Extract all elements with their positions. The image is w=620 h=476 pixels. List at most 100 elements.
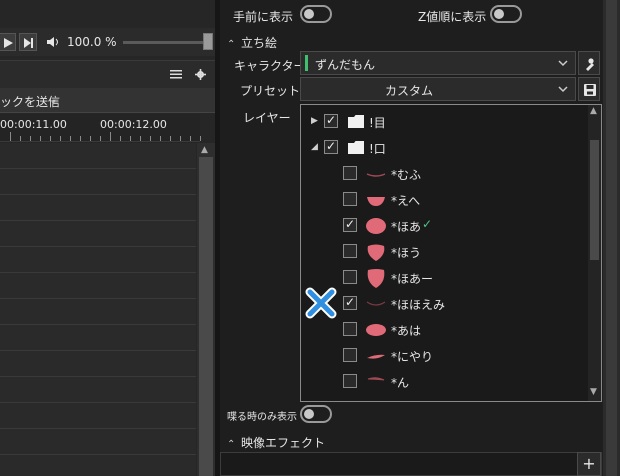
add-effect-button[interactable]: + bbox=[577, 452, 601, 476]
timeline-track[interactable] bbox=[0, 273, 196, 299]
selected-check-icon: ✓ bbox=[422, 217, 433, 231]
timeline-track[interactable] bbox=[0, 403, 196, 429]
ruler-tick bbox=[50, 136, 51, 141]
layer-row[interactable]: *ほあー bbox=[301, 265, 585, 291]
timeline-track[interactable] bbox=[0, 169, 196, 195]
scroll-up-icon[interactable]: ▲ bbox=[201, 145, 208, 155]
expand-arrow-icon[interactable]: ◢ bbox=[311, 142, 318, 152]
play-icon bbox=[4, 38, 13, 48]
scroll-up-icon[interactable]: ▲ bbox=[590, 106, 597, 116]
layer-row[interactable]: *にやり bbox=[301, 343, 585, 369]
layer-vertical-scrollbar[interactable]: ▲ ▼ bbox=[588, 105, 601, 401]
video-effect-list[interactable] bbox=[220, 452, 602, 476]
z-order-toggle[interactable] bbox=[490, 5, 522, 23]
ruler-tick bbox=[80, 136, 81, 141]
ruler-tick bbox=[10, 132, 11, 141]
scrollbar-thumb[interactable] bbox=[199, 157, 213, 476]
collapse-arrow-icon[interactable]: ▶ bbox=[311, 116, 318, 126]
layer-checkbox[interactable] bbox=[343, 244, 357, 258]
ruler-time-label: 00:00:11.00 bbox=[0, 118, 67, 131]
layer-name: *あは bbox=[391, 324, 422, 338]
mouth-niyari-icon bbox=[367, 354, 385, 359]
front-display-label: 手前に表示 bbox=[233, 10, 294, 24]
timeline-track[interactable] bbox=[0, 455, 196, 476]
layer-checkbox[interactable] bbox=[343, 374, 357, 388]
layer-row[interactable]: *むふ bbox=[301, 161, 585, 187]
ruler-tick bbox=[100, 136, 101, 141]
speak-only-toggle[interactable] bbox=[300, 405, 332, 423]
timeline-vertical-scrollbar[interactable]: ▲ bbox=[197, 143, 215, 476]
layer-name: *ん bbox=[391, 376, 410, 390]
layer-row[interactable]: *あは bbox=[301, 317, 585, 343]
timeline-track[interactable] bbox=[0, 247, 196, 273]
character-select[interactable]: ずんだもん bbox=[300, 51, 576, 75]
scrollbar-thumb[interactable] bbox=[590, 140, 599, 260]
panel-vertical-scrollbar[interactable] bbox=[603, 0, 620, 476]
save-icon bbox=[584, 84, 596, 96]
layer-row[interactable]: *ん bbox=[301, 369, 585, 395]
chevron-up-icon: ⌃ bbox=[227, 439, 236, 450]
layer-checkbox[interactable] bbox=[343, 192, 357, 206]
timeline-track[interactable] bbox=[0, 299, 196, 325]
menu-icon[interactable] bbox=[170, 69, 182, 79]
next-frame-button[interactable] bbox=[19, 33, 37, 51]
chevron-down-icon: ▾ bbox=[51, 98, 56, 108]
mouth-mufu-icon bbox=[366, 173, 386, 177]
layer-folder-row[interactable]: ◢ !口 bbox=[301, 135, 585, 161]
layer-name: !目 bbox=[369, 116, 386, 130]
preset-value: カスタム bbox=[385, 84, 434, 98]
folder-icon bbox=[348, 141, 364, 154]
speak-only-label: 喋る時のみ表示 bbox=[227, 412, 297, 423]
preset-save-button[interactable] bbox=[578, 77, 600, 101]
character-value: ずんだもん bbox=[315, 58, 376, 72]
user-edit-icon bbox=[586, 58, 594, 71]
timeline-track[interactable] bbox=[0, 377, 196, 403]
timeline-track[interactable] bbox=[0, 351, 196, 377]
ruler-tick bbox=[70, 136, 71, 141]
character-edit-button[interactable] bbox=[578, 51, 600, 75]
volume-slider-track[interactable] bbox=[123, 41, 207, 44]
volume-value: 100.0 % bbox=[67, 35, 117, 49]
scrollbar-thumb[interactable] bbox=[606, 0, 617, 476]
layer-checkbox[interactable] bbox=[343, 270, 357, 284]
mouth-aha-icon bbox=[366, 324, 386, 336]
timeline-track[interactable] bbox=[0, 143, 196, 169]
mouth-n-icon bbox=[367, 377, 385, 381]
layer-row[interactable]: *ほう bbox=[301, 239, 585, 265]
timeline-track[interactable] bbox=[0, 325, 196, 351]
layer-row[interactable]: *ほあ✓ bbox=[301, 213, 585, 239]
section-effect-title: 映像エフェクト bbox=[241, 436, 326, 450]
chevron-down-icon bbox=[558, 86, 568, 93]
layer-checkbox[interactable] bbox=[343, 322, 357, 336]
layer-checkbox[interactable] bbox=[343, 217, 357, 232]
play-button[interactable] bbox=[0, 33, 16, 51]
mouth-hoa-icon bbox=[366, 218, 386, 234]
ruler-tick bbox=[140, 136, 141, 141]
scroll-down-icon[interactable]: ▼ bbox=[590, 387, 597, 397]
layer-checkbox[interactable] bbox=[343, 295, 357, 310]
track-list bbox=[0, 143, 196, 476]
timeline-track[interactable] bbox=[0, 195, 196, 221]
layer-checkbox[interactable] bbox=[324, 139, 338, 154]
ruler-tick bbox=[160, 136, 161, 141]
layer-row[interactable]: *ほほえみ bbox=[301, 291, 585, 317]
volume-slider-thumb[interactable] bbox=[203, 33, 213, 50]
section-tachie-header[interactable]: ⌃ 立ち絵 bbox=[227, 34, 277, 51]
timeline-ruler[interactable]: 00:00:11.00 00:00:12.00 bbox=[0, 114, 201, 142]
layer-checkbox[interactable] bbox=[324, 113, 338, 128]
layer-name: !口 bbox=[369, 142, 386, 156]
volume-icon[interactable] bbox=[46, 36, 60, 48]
gear-icon[interactable] bbox=[195, 69, 206, 80]
preset-select[interactable]: カスタム bbox=[300, 77, 576, 101]
ruler-tick bbox=[120, 136, 121, 141]
timeline-track[interactable] bbox=[0, 429, 196, 455]
layer-checkbox[interactable] bbox=[343, 348, 357, 362]
layer-folder-row[interactable]: ▶ !目 bbox=[301, 109, 585, 135]
layer-row[interactable]: *えへ bbox=[301, 187, 585, 213]
timeline-track[interactable] bbox=[0, 221, 196, 247]
layer-checkbox[interactable] bbox=[343, 166, 357, 180]
ruler-tick bbox=[180, 136, 181, 141]
section-effect-header[interactable]: ⌃ 映像エフェクト bbox=[227, 434, 325, 451]
send-row[interactable]: ックを送信 ▾ bbox=[0, 88, 215, 113]
front-display-toggle[interactable] bbox=[300, 5, 332, 23]
